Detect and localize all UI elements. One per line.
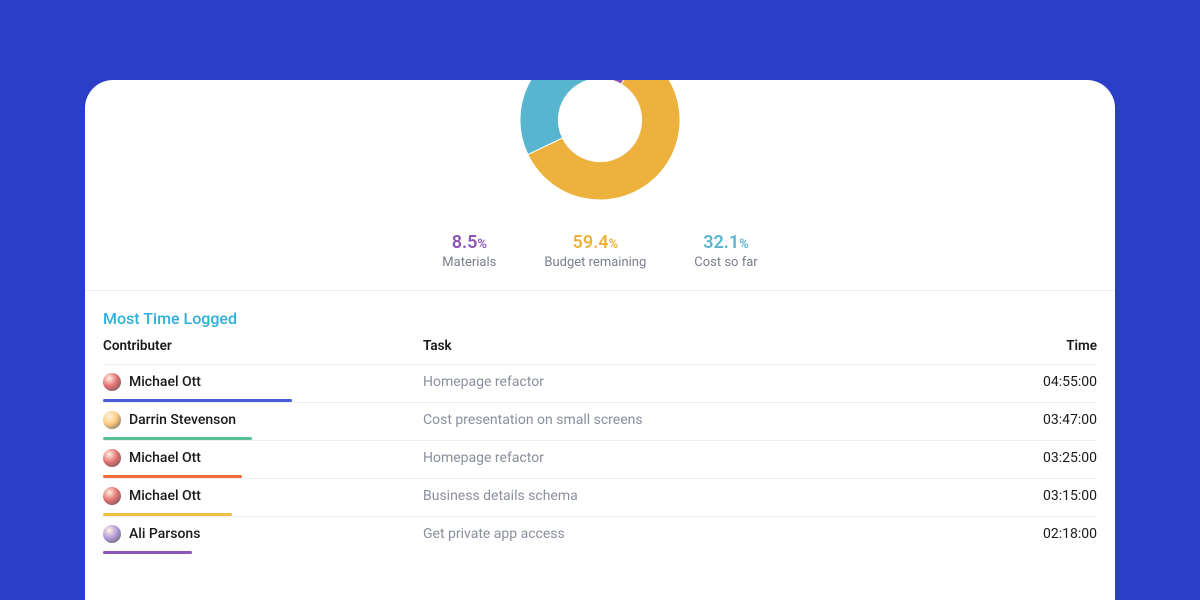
section-title: Most Time Logged — [103, 309, 1097, 328]
table-body: Michael OttHomepage refactor04:55:00Darr… — [103, 364, 1097, 554]
contributer-name: Michael Ott — [129, 488, 201, 504]
contributer-name: Michael Ott — [129, 374, 201, 390]
time-cell: 02:18:00 — [1007, 526, 1097, 542]
time-cell: 04:55:00 — [1007, 374, 1097, 390]
table-row[interactable]: Ali Parsons Get private app access02:18:0… — [103, 516, 1097, 554]
header-contributer: Contributer — [103, 338, 423, 354]
time-cell: 03:47:00 — [1007, 412, 1097, 428]
legend-value: 59.4% — [544, 232, 646, 253]
contributer-cell: Michael Ott — [103, 487, 423, 505]
contributer-name: Michael Ott — [129, 450, 201, 466]
chart-legend: 8.5% Materials 59.4% Budget remaining 32.1% C… — [442, 232, 757, 290]
table-header: Contributer Task Time — [103, 338, 1097, 364]
legend-item: 59.4% Budget remaining — [544, 232, 646, 270]
task-cell: Business details schema — [423, 488, 1007, 504]
dashboard-card: 8.5% Materials 59.4% Budget remaining 32.1% C… — [85, 80, 1115, 600]
time-bar — [103, 551, 192, 554]
avatar — [103, 411, 121, 429]
task-cell: Cost presentation on small screens — [423, 412, 1007, 428]
avatar — [103, 487, 121, 505]
time-cell: 03:25:00 — [1007, 450, 1097, 466]
task-cell: Get private app access — [423, 526, 1007, 542]
time-cell: 03:15:00 — [1007, 488, 1097, 504]
budget-chart-section: 8.5% Materials 59.4% Budget remaining 32.1% C… — [85, 80, 1115, 290]
table-row[interactable]: Michael Ott Homepage refactor03:25:00 — [103, 440, 1097, 478]
table-row[interactable]: Michael Ott Business details schema03:15:… — [103, 478, 1097, 516]
legend-label: Cost so far — [694, 255, 757, 270]
contributer-name: Darrin Stevenson — [129, 412, 236, 428]
budget-donut-chart — [500, 80, 700, 220]
legend-item: 8.5% Materials — [442, 232, 496, 270]
legend-label: Materials — [442, 255, 496, 270]
legend-value: 8.5% — [442, 232, 496, 253]
contributer-name: Ali Parsons — [129, 526, 200, 542]
avatar — [103, 373, 121, 391]
table-row[interactable]: Darrin Stevenson Cost presentation on sma… — [103, 402, 1097, 440]
contributer-cell: Michael Ott — [103, 373, 423, 391]
legend-item: 32.1% Cost so far — [694, 232, 757, 270]
legend-value: 32.1% — [694, 232, 757, 253]
legend-label: Budget remaining — [544, 255, 646, 270]
task-cell: Homepage refactor — [423, 450, 1007, 466]
task-cell: Homepage refactor — [423, 374, 1007, 390]
table-row[interactable]: Michael Ott Homepage refactor04:55:00 — [103, 364, 1097, 402]
header-time: Time — [1007, 338, 1097, 354]
contributer-cell: Michael Ott — [103, 449, 423, 467]
header-task: Task — [423, 338, 1007, 354]
time-logged-section: Most Time Logged Contributer Task Time M… — [85, 291, 1115, 554]
contributer-cell: Ali Parsons — [103, 525, 423, 543]
avatar — [103, 525, 121, 543]
contributer-cell: Darrin Stevenson — [103, 411, 423, 429]
avatar — [103, 449, 121, 467]
